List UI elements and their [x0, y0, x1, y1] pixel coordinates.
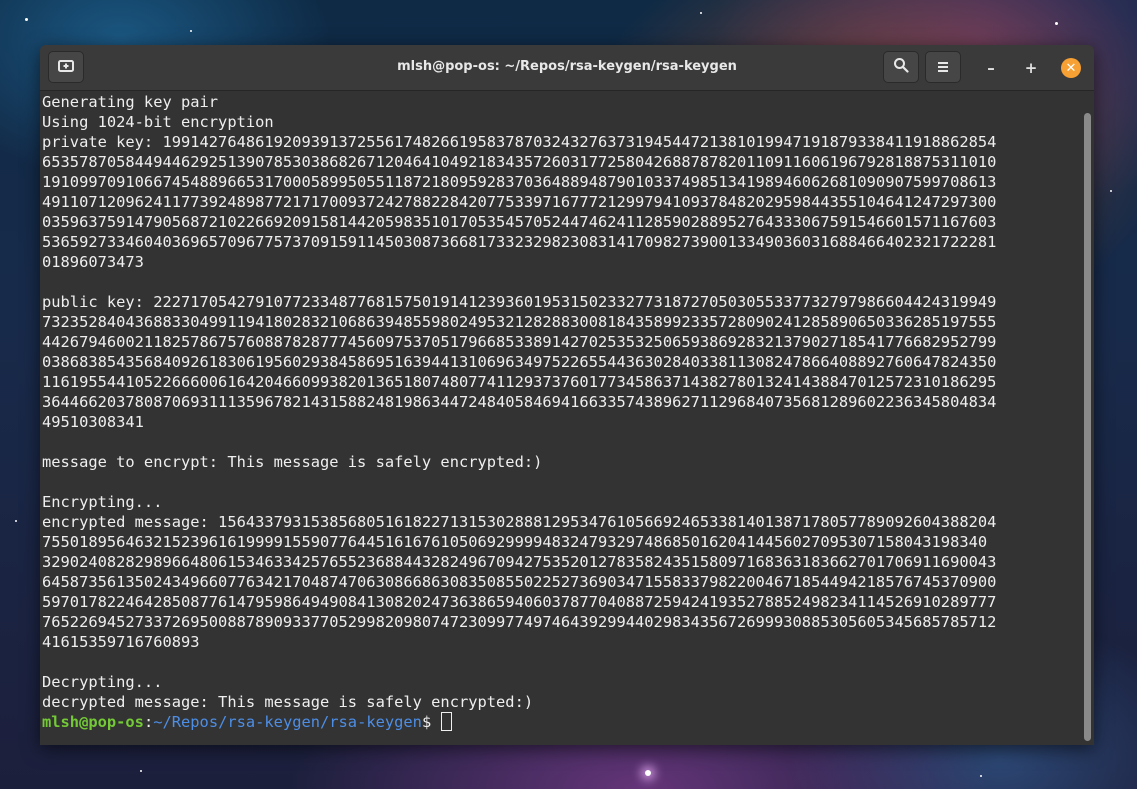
menu-button[interactable]	[925, 51, 961, 83]
terminal-line: 49510308341	[42, 413, 144, 431]
header-bar: mlsh@pop-os: ~/Repos/rsa-keygen/rsa-keyg…	[40, 45, 1094, 91]
minimize-icon: –	[987, 59, 995, 77]
terminal-line: decrypted message: This message is safel…	[42, 693, 534, 711]
close-icon: ✕	[1061, 58, 1081, 78]
star	[1110, 190, 1112, 192]
star	[190, 30, 192, 32]
terminal-line: public key: 2227170542791077233487768157…	[42, 293, 997, 311]
star	[645, 770, 651, 776]
terminal-output[interactable]: Generating key pair Using 1024-bit encryp…	[42, 92, 1078, 742]
terminal-lines: Generating key pair Using 1024-bit encryp…	[42, 92, 1078, 712]
close-button[interactable]: ✕	[1060, 57, 1082, 79]
terminal-line: 1161955441052266600616420466099382013651…	[42, 373, 997, 391]
prompt-symbol: $	[421, 713, 432, 731]
star	[25, 18, 28, 21]
prompt-separator: :	[143, 713, 154, 731]
terminal-line: 7550189564632152396161999915590776445161…	[42, 533, 988, 551]
terminal-line: 6535787058449446292513907853038682671204…	[42, 153, 997, 171]
terminal-line: Generating key pair	[42, 93, 219, 111]
scrollbar[interactable]	[1084, 113, 1091, 741]
prompt-user-host: mlsh@pop-os	[42, 713, 144, 731]
terminal-line: message to encrypt: This message is safe…	[42, 453, 543, 471]
terminal-line: 7323528404368833049911941802832106863948…	[42, 313, 997, 331]
prompt-line: mlsh@pop-os:~/Repos/rsa-keygen/rsa-keyge…	[42, 712, 1078, 732]
text-cursor	[441, 712, 453, 731]
terminal-line: 3290240828298966480615346334257655236884…	[42, 553, 997, 571]
star	[980, 775, 982, 777]
minimize-button[interactable]: –	[980, 57, 1002, 79]
terminal-line: 1910997091066745488966531700058995055118…	[42, 173, 997, 191]
star	[1055, 22, 1058, 25]
search-button[interactable]	[883, 51, 919, 83]
terminal-line: 3644662037808706931113596782143158824819…	[42, 393, 997, 411]
terminal-line: 5970178224642850877614795986494908413082…	[42, 593, 997, 611]
star	[700, 12, 702, 14]
terminal-line: 4911071209624117739248987721717009372427…	[42, 193, 997, 211]
terminal-window: mlsh@pop-os: ~/Repos/rsa-keygen/rsa-keyg…	[40, 45, 1094, 745]
terminal-line: 7652269452733726950088789093377052998209…	[42, 613, 997, 631]
maximize-icon: +	[1024, 59, 1038, 77]
terminal-line: Encrypting...	[42, 493, 163, 511]
terminal-line: private key: 199142764861920939137255617…	[42, 133, 997, 151]
terminal-line: encrypted message: 156433793153856805161…	[42, 513, 997, 531]
terminal-line: 41615359716760893	[42, 633, 200, 651]
terminal-line: 0359637591479056872102266920915814420598…	[42, 213, 997, 231]
terminal-line: 01896073473	[42, 253, 144, 271]
terminal-line: Using 1024-bit encryption	[42, 113, 274, 131]
search-icon	[893, 57, 909, 77]
terminal-line: 0386838543568409261830619560293845869516…	[42, 353, 997, 371]
prompt-path: ~/Repos/rsa-keygen/rsa-keygen	[153, 713, 422, 731]
hamburger-menu-icon	[936, 58, 950, 77]
maximize-button[interactable]: +	[1020, 57, 1042, 79]
terminal-line: 4426794600211825786757608878287774560975…	[42, 333, 997, 351]
scrollbar-thumb[interactable]	[1084, 113, 1091, 741]
terminal-line: 6458735613502434966077634217048747063086…	[42, 573, 997, 591]
terminal-line: Decrypting...	[42, 673, 163, 691]
star	[15, 520, 17, 522]
terminal-line: 5365927334604036965709677573709159114503…	[42, 233, 997, 251]
star	[140, 770, 142, 772]
